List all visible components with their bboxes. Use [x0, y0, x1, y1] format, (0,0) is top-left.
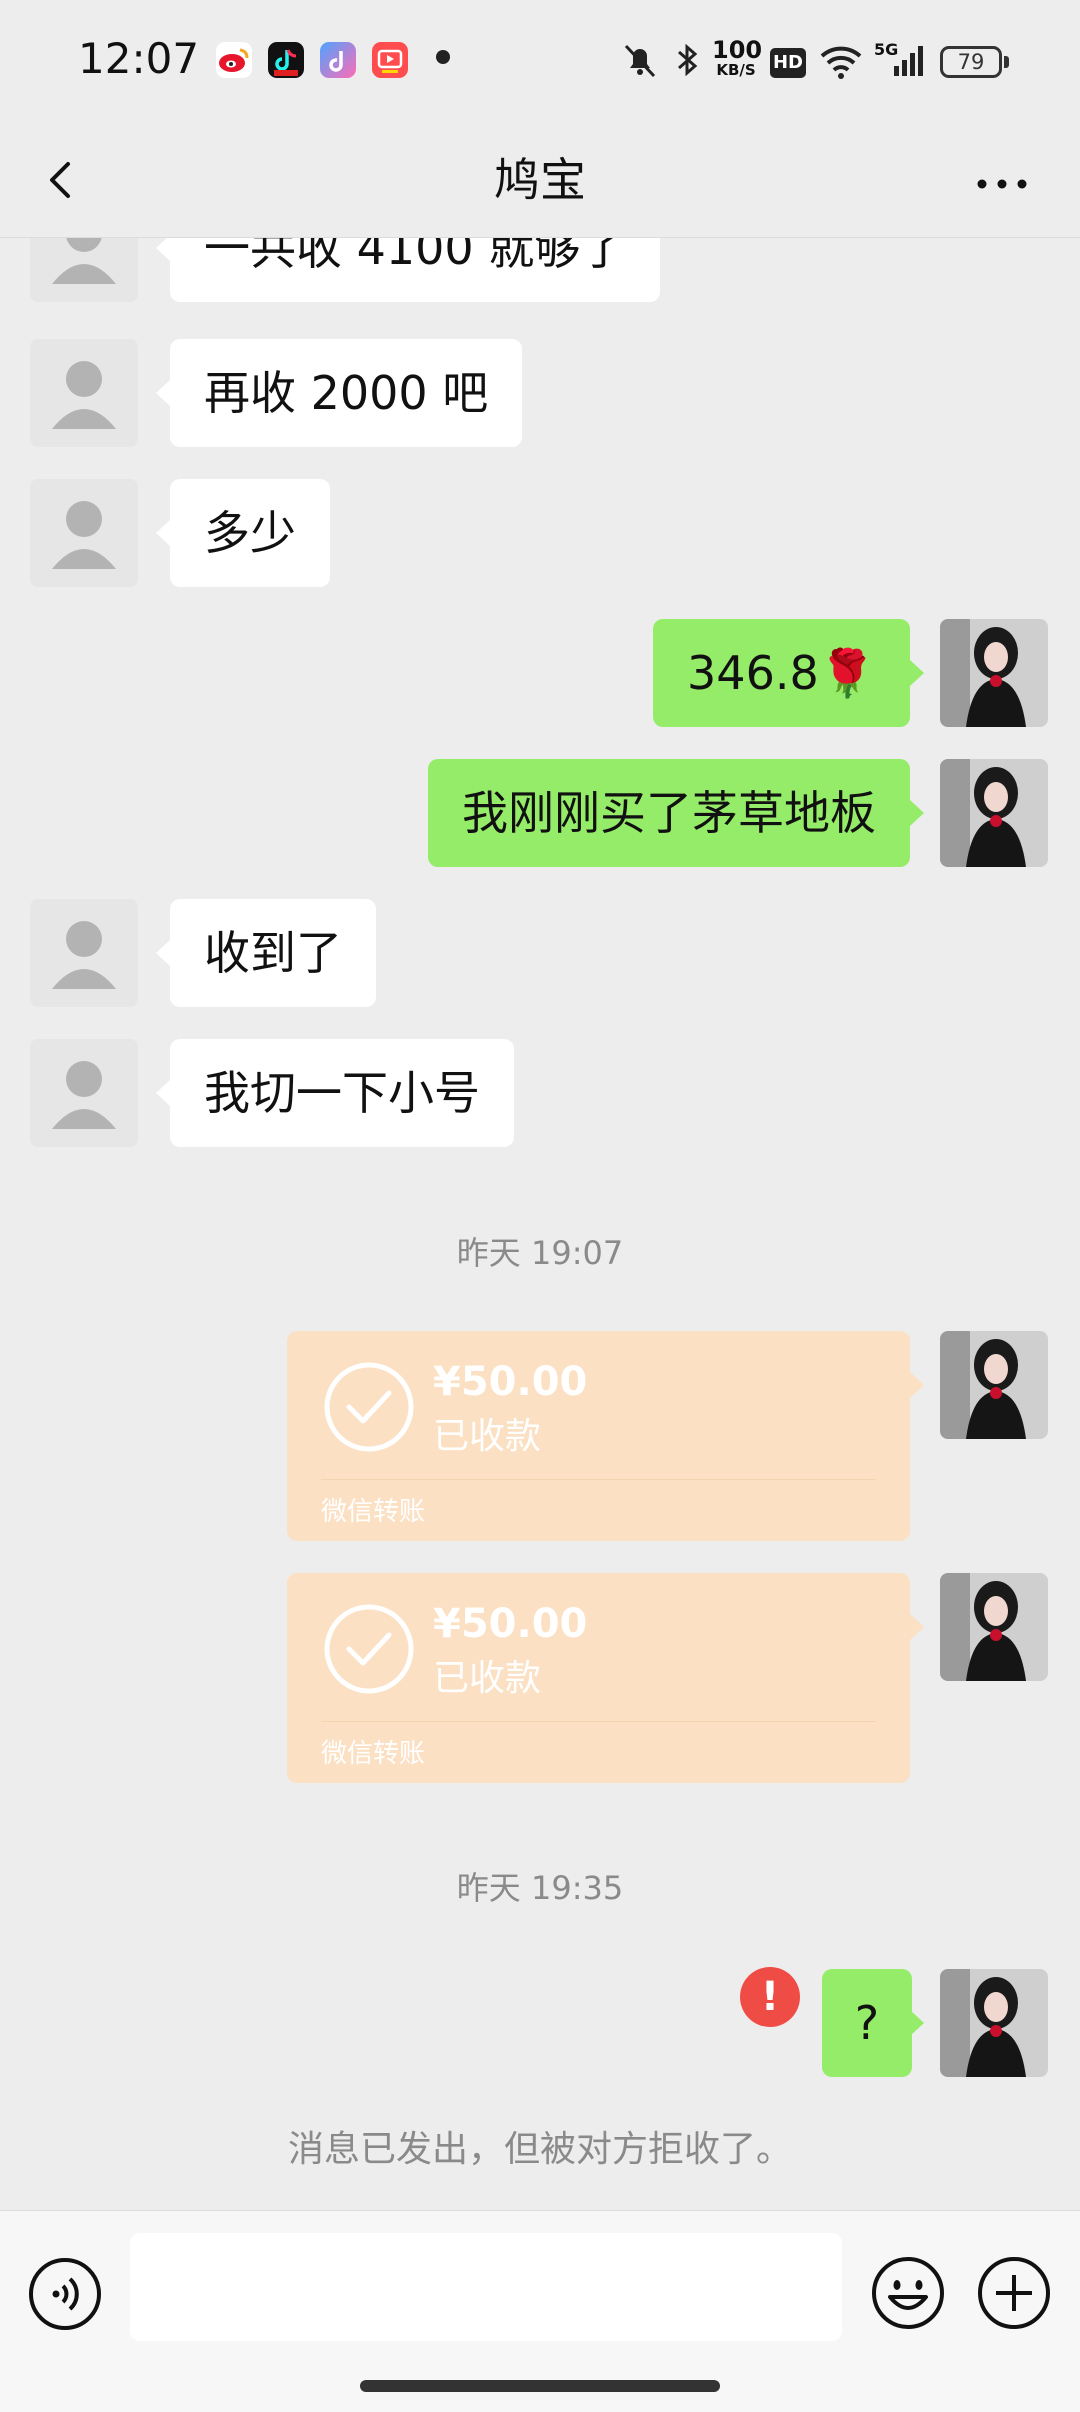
contact-avatar[interactable] — [30, 899, 138, 1007]
system-note: 消息已发出，但被对方拒收了。 — [287, 2129, 792, 2170]
network-speed: 100 KB/S — [712, 36, 763, 79]
timestamp: 昨天 19:35 — [456, 1869, 624, 1907]
message-bubble-incoming[interactable]: 收到了 — [170, 899, 376, 1007]
more-button[interactable] — [968, 150, 1038, 210]
message-bubble-outgoing[interactable]: 我刚刚买了茅草地板 — [428, 759, 910, 867]
video-app-icon — [372, 42, 408, 78]
voice-button[interactable] — [28, 2257, 102, 2331]
transfer-card[interactable]: ¥50.00 已收款 微信转账 — [287, 1573, 910, 1783]
default-avatar-icon — [52, 1061, 116, 1129]
voice-icon — [29, 2258, 101, 2330]
profile-photo — [940, 1331, 1048, 1439]
profile-photo — [940, 619, 1048, 727]
check-circle-icon — [324, 1362, 414, 1452]
music-icon — [320, 42, 356, 78]
weibo-icon — [216, 42, 252, 78]
transfer-label: 微信转账 — [321, 1739, 426, 1769]
profile-photo — [940, 1969, 1048, 2077]
default-avatar-icon — [52, 501, 116, 569]
profile-photo — [940, 1573, 1048, 1681]
divider — [321, 1479, 876, 1480]
hd-icon: HD — [770, 48, 806, 78]
default-avatar-icon — [52, 361, 116, 429]
message-bubble-outgoing[interactable]: ? — [822, 1969, 912, 2077]
contact-avatar[interactable] — [30, 479, 138, 587]
contact-avatar[interactable] — [30, 339, 138, 447]
transfer-status: 已收款 — [433, 1658, 542, 1699]
check-circle-icon — [324, 1604, 414, 1694]
status-bar: 12:07 100 KB/S HD 5G 79 — [0, 0, 1080, 120]
contact-avatar[interactable] — [30, 1039, 138, 1147]
message-bubble-incoming[interactable]: 多少 — [170, 479, 330, 587]
transfer-amount: ¥50.00 — [433, 1601, 588, 1647]
message-bubble-incoming[interactable]: 一共收 4100 就够了 — [170, 238, 661, 302]
emoji-button[interactable] — [870, 2255, 946, 2331]
my-avatar[interactable] — [940, 1331, 1048, 1439]
divider — [321, 1721, 876, 1722]
battery-indicator: 79 — [940, 46, 1002, 78]
more-dots-icon — [977, 179, 1027, 189]
my-avatar[interactable] — [940, 1969, 1048, 2077]
transfer-label: 微信转账 — [321, 1497, 426, 1527]
message-bubble-incoming[interactable]: 再收 2000 吧 — [170, 339, 523, 447]
message-bubble-outgoing[interactable]: 346.8🌹 — [653, 619, 910, 727]
default-avatar-icon — [52, 921, 116, 989]
transfer-amount: ¥50.00 — [433, 1359, 588, 1405]
send-failed-icon[interactable]: ! — [740, 1967, 800, 2027]
message-input[interactable] — [130, 2233, 842, 2341]
transfer-card[interactable]: ¥50.00 已收款 微信转账 — [287, 1331, 910, 1541]
chat-header: 鸠宝 — [0, 120, 1080, 238]
notification-dot — [436, 50, 450, 64]
chat-title: 鸠宝 — [494, 153, 586, 207]
my-avatar[interactable] — [940, 759, 1048, 867]
emoji-icon — [872, 2257, 944, 2329]
more-functions-button[interactable] — [976, 2255, 1052, 2331]
status-time: 12:07 — [78, 34, 200, 83]
my-avatar[interactable] — [940, 619, 1048, 727]
cellular-signal-icon: 5G — [874, 36, 926, 84]
my-avatar[interactable] — [940, 1573, 1048, 1681]
bluetooth-icon — [672, 36, 702, 84]
transfer-status: 已收款 — [433, 1416, 542, 1457]
wifi-icon — [818, 36, 864, 84]
home-indicator[interactable] — [360, 2380, 720, 2392]
message-bubble-incoming[interactable]: 我切一下小号 — [170, 1039, 514, 1147]
mute-icon — [618, 36, 662, 84]
timestamp: 昨天 19:07 — [456, 1234, 624, 1272]
contact-avatar[interactable] — [30, 238, 138, 302]
tiktok-icon — [268, 42, 304, 78]
message-list[interactable]: 一共收 4100 就够了 再收 2000 吧 多少 346.8🌹 我刚刚买了茅草… — [0, 238, 1080, 2210]
profile-photo — [940, 759, 1048, 867]
battery-tip — [1004, 56, 1009, 68]
default-avatar-icon — [52, 238, 116, 284]
plus-icon — [978, 2257, 1050, 2329]
